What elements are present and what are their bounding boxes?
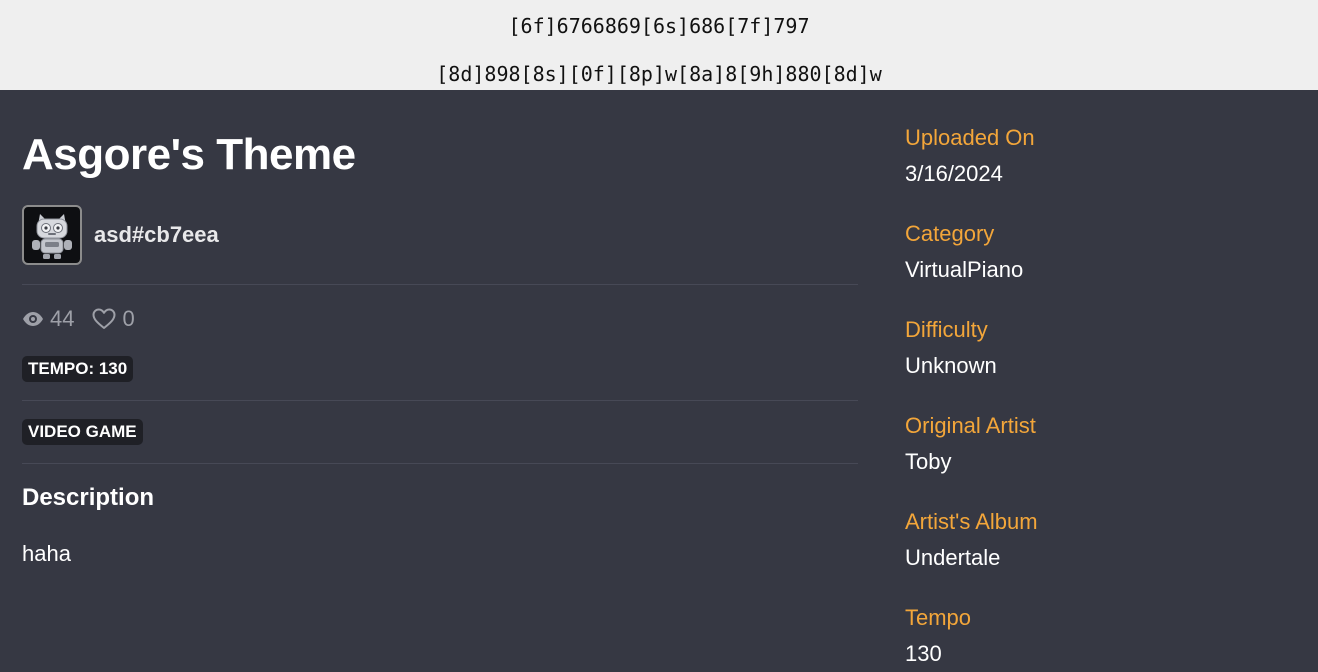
song-title: Asgore's Theme (22, 130, 356, 179)
views-count: 44 (50, 306, 75, 331)
difficulty-value: Unknown (905, 353, 997, 378)
sheet-notes-line-1: [6f]6766869[6s]686[7f]797 (508, 14, 810, 38)
eye-icon (23, 312, 43, 326)
author-row[interactable]: asd#cb7eea (22, 205, 219, 265)
likes-stat[interactable]: 0 (92, 306, 135, 332)
uploaded-on-field: Uploaded On 3/16/2024 (905, 120, 1035, 192)
song-stats: 44 0 (22, 306, 135, 332)
uploaded-on-label: Uploaded On (905, 125, 1035, 150)
artist-album-field: Artist's Album Undertale (905, 504, 1038, 576)
difficulty-label: Difficulty (905, 317, 988, 342)
likes-count: 0 (122, 306, 135, 331)
divider (22, 284, 858, 285)
tempo-field: Tempo 130 (905, 600, 971, 672)
original-artist-value: Toby (905, 449, 952, 474)
description-heading: Description (22, 484, 155, 511)
original-artist-field: Original Artist Toby (905, 408, 1036, 480)
category-label: Category (905, 221, 995, 246)
sheet-notes-line-2: [8d]898[8s][0f][8p]w[8a]8[9h]880[8d]w (436, 62, 882, 86)
genre-tag[interactable]: VIDEO GAME (22, 419, 143, 445)
category-field: Category VirtualPiano (905, 216, 1023, 288)
artist-album-label: Artist's Album (905, 509, 1038, 534)
uploaded-on-value: 3/16/2024 (905, 161, 1003, 186)
sheet-notes-header: [6f]6766869[6s]686[7f]797 [8d]898[8s][0f… (0, 0, 1318, 90)
views-stat: 44 (22, 306, 74, 332)
author-name[interactable]: asd#cb7eea (94, 222, 219, 248)
avatar[interactable] (22, 205, 82, 265)
tempo-badge: TEMPO: 130 (22, 356, 134, 382)
artist-album-value: Undertale (905, 545, 1001, 570)
divider (22, 400, 858, 401)
heart-icon[interactable] (92, 308, 116, 330)
robot-cat-avatar-icon (32, 214, 72, 259)
original-artist-label: Original Artist (905, 413, 1036, 438)
description-text: haha (22, 541, 71, 566)
category-value: VirtualPiano (905, 257, 1024, 282)
divider (22, 463, 858, 464)
tempo-label: Tempo (905, 605, 972, 630)
difficulty-field: Difficulty Unknown (905, 312, 997, 384)
song-main-panel: Asgore's Theme asd#cb7eea 44 0 TEMPO: 13… (22, 90, 858, 669)
tempo-value: 130 (905, 641, 942, 666)
